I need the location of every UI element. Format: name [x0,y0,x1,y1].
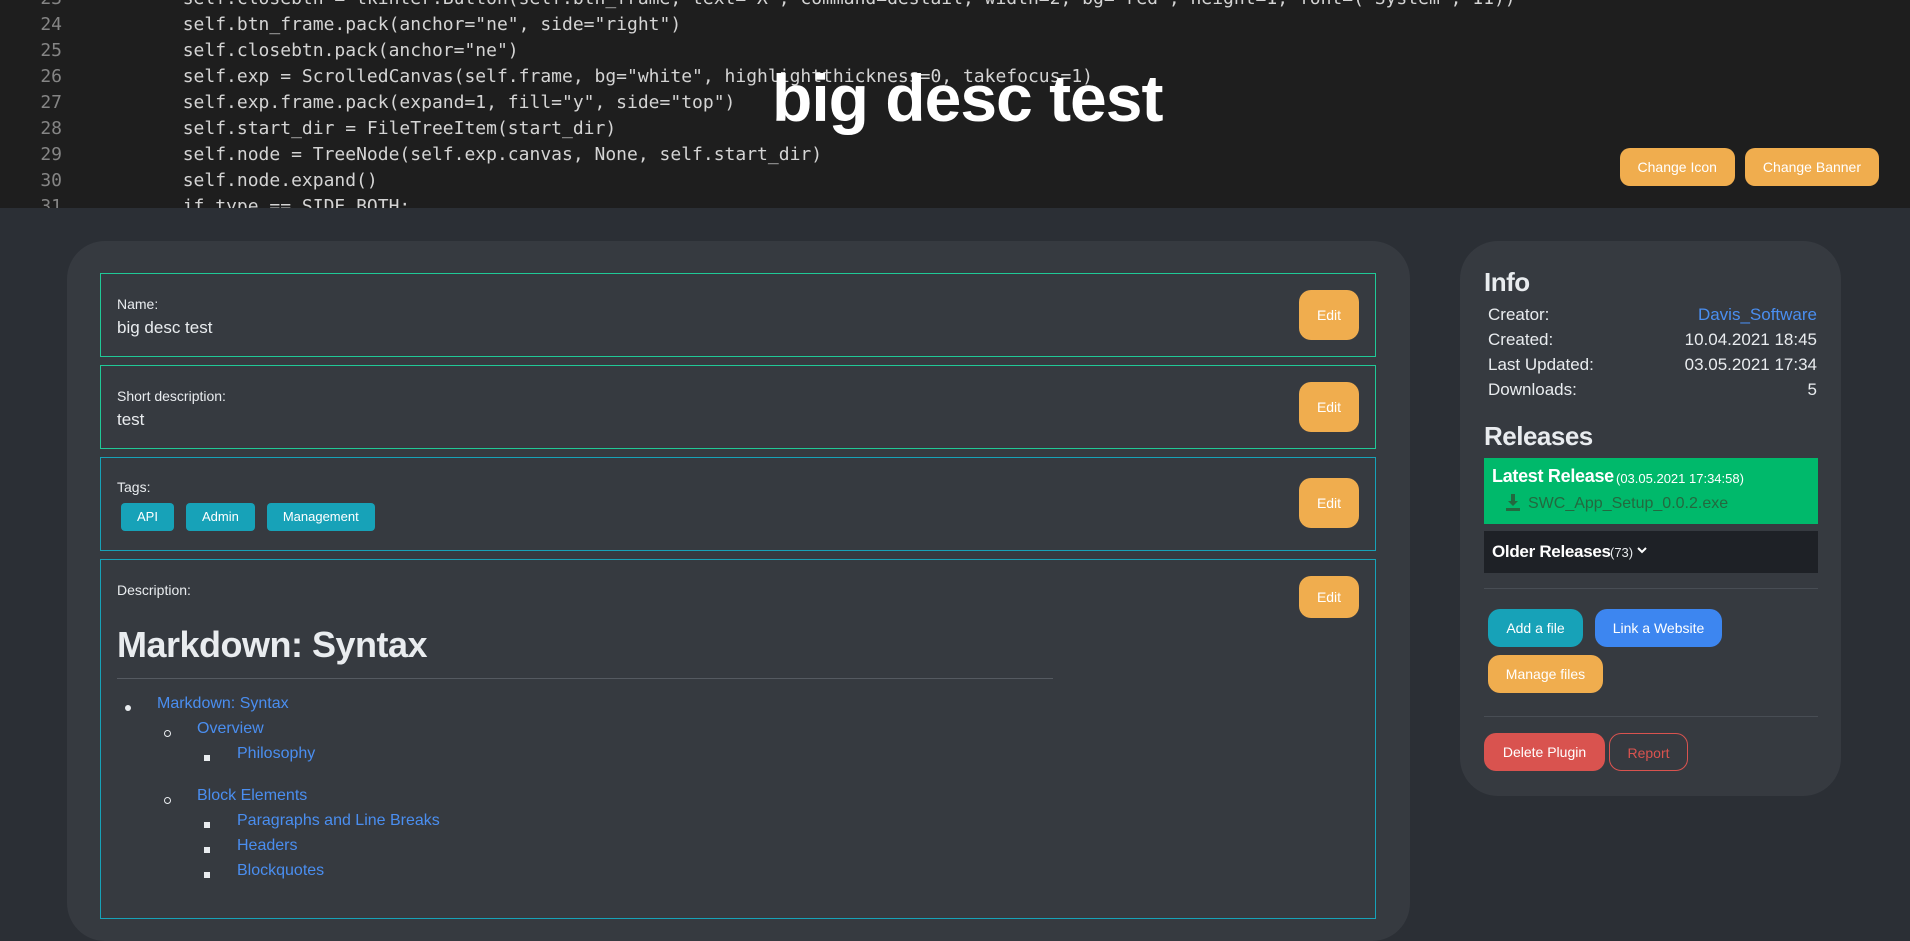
tags-label: Tags: [117,479,151,495]
edit-description-button[interactable]: Edit [1299,576,1359,618]
code-line: 23 self.closebtn = tkinter.Button(self.b… [0,0,1515,12]
toc-link-headers[interactable]: Headers [237,837,297,854]
latest-release-file-link[interactable]: SWC_App_Setup_0.0.2.exe [1528,495,1728,513]
older-releases-count: (73) [1610,545,1634,560]
toc-link-overview[interactable]: Overview [197,720,264,737]
add-file-button[interactable]: Add a file [1488,609,1583,647]
tags-field: Tags: API Admin Management Edit [100,457,1376,551]
description-heading: Markdown: Syntax [117,624,428,665]
bullet [204,755,210,761]
toc-link-markdown-syntax[interactable]: Markdown: Syntax [157,695,289,712]
bullet [164,797,171,804]
edit-name-button[interactable]: Edit [1299,290,1359,340]
code-line: 31 if type == SIDE_BOTH: [40,196,411,208]
created-label: Created: [1488,330,1554,349]
change-banner-button[interactable]: Change Banner [1744,148,1879,186]
plugin-title: big desc test [772,61,1163,135]
divider [1484,588,1818,589]
created-value: 10.04.2021 18:45 [1684,330,1817,349]
bullet [204,822,210,828]
change-icon-button[interactable]: Change Icon [1619,148,1735,186]
description-label: Description: [117,582,191,598]
code-line: 26 self.exp = ScrolledCanvas(self.frame,… [40,66,1093,87]
banner-code-image: 23 self.closebtn = tkinter.Button(self.b… [0,0,1515,208]
tag-badge[interactable]: Admin [185,503,255,531]
toc-link-blockquotes[interactable]: Blockquotes [237,862,324,879]
tag-badge[interactable]: API [121,503,174,531]
chevron-down-icon [1637,547,1647,554]
tag-list: API Admin Management [121,503,375,531]
toc-link-philosophy[interactable]: Philosophy [237,745,315,762]
name-value: big desc test [117,318,213,337]
description-field: Description: Edit Markdown: Syntax Markd… [100,559,1376,919]
name-field: Name: big desc test Edit [100,273,1376,357]
tag-badge[interactable]: Management [266,503,375,531]
link-website-button[interactable]: Link a Website [1595,609,1722,647]
delete-plugin-button[interactable]: Delete Plugin [1484,733,1605,771]
code-line: 24 self.btn_frame.pack(anchor="ne", side… [40,14,682,35]
toc-link-block-elements[interactable]: Block Elements [197,787,307,804]
heading-divider [117,678,1053,679]
info-heading: Info [1484,267,1530,297]
info-row-created: Created: 10.04.2021 18:45 [1488,330,1817,355]
older-releases-toggle[interactable]: Older Releases (73) [1484,531,1818,573]
code-line: 27 self.exp.frame.pack(expand=1, fill="y… [40,92,736,113]
downloads-label: Downloads: [1488,380,1577,399]
banner-actions: Change Icon Change Banner [1619,148,1879,186]
info-row-updated: Last Updated: 03.05.2021 17:34 [1488,355,1817,380]
info-row-downloads: Downloads: 5 [1488,380,1817,405]
code-line: 30 self.node.expand() [40,170,378,191]
short-description-label: Short description: [117,388,226,404]
releases-heading: Releases [1484,421,1593,451]
edit-tags-button[interactable]: Edit [1299,478,1359,528]
divider [1484,716,1818,717]
latest-release-label: Latest Release [1492,466,1614,486]
plugin-details-card: Name: big desc test Edit Short descripti… [67,241,1410,941]
code-line: 28 self.start_dir = FileTreeItem(start_d… [40,118,617,139]
short-description-value: test [117,410,145,429]
updated-label: Last Updated: [1488,355,1594,374]
latest-release[interactable]: Latest Release (03.05.2021 17:34:58) SWC… [1484,458,1818,524]
bullet [164,730,171,737]
downloads-value: 5 [1807,380,1817,399]
older-releases-label: Older Releases [1492,542,1611,561]
edit-short-description-button[interactable]: Edit [1299,382,1359,432]
plugin-sidebar-card: Info Creator: Davis_Software Created: 10… [1460,241,1841,796]
bullet [204,847,210,853]
report-button[interactable]: Report [1609,733,1688,771]
code-line: 25 self.closebtn.pack(anchor="ne") [40,40,519,61]
latest-release-date: (03.05.2021 17:34:58) [1616,471,1744,486]
short-description-field: Short description: test Edit [100,365,1376,449]
plugin-banner: 23 self.closebtn = tkinter.Button(self.b… [0,0,1910,208]
name-label: Name: [117,296,159,312]
toc-link-paragraphs[interactable]: Paragraphs and Line Breaks [237,812,440,829]
manage-files-button[interactable]: Manage files [1488,655,1603,693]
code-line: 29 self.node = TreeNode(self.exp.canvas,… [40,144,823,165]
bullet [125,705,131,711]
download-icon [1506,494,1520,511]
info-row-creator: Creator: Davis_Software [1488,305,1817,330]
updated-value: 03.05.2021 17:34 [1684,355,1817,374]
creator-link[interactable]: Davis_Software [1698,305,1817,325]
creator-label: Creator: [1488,305,1550,324]
